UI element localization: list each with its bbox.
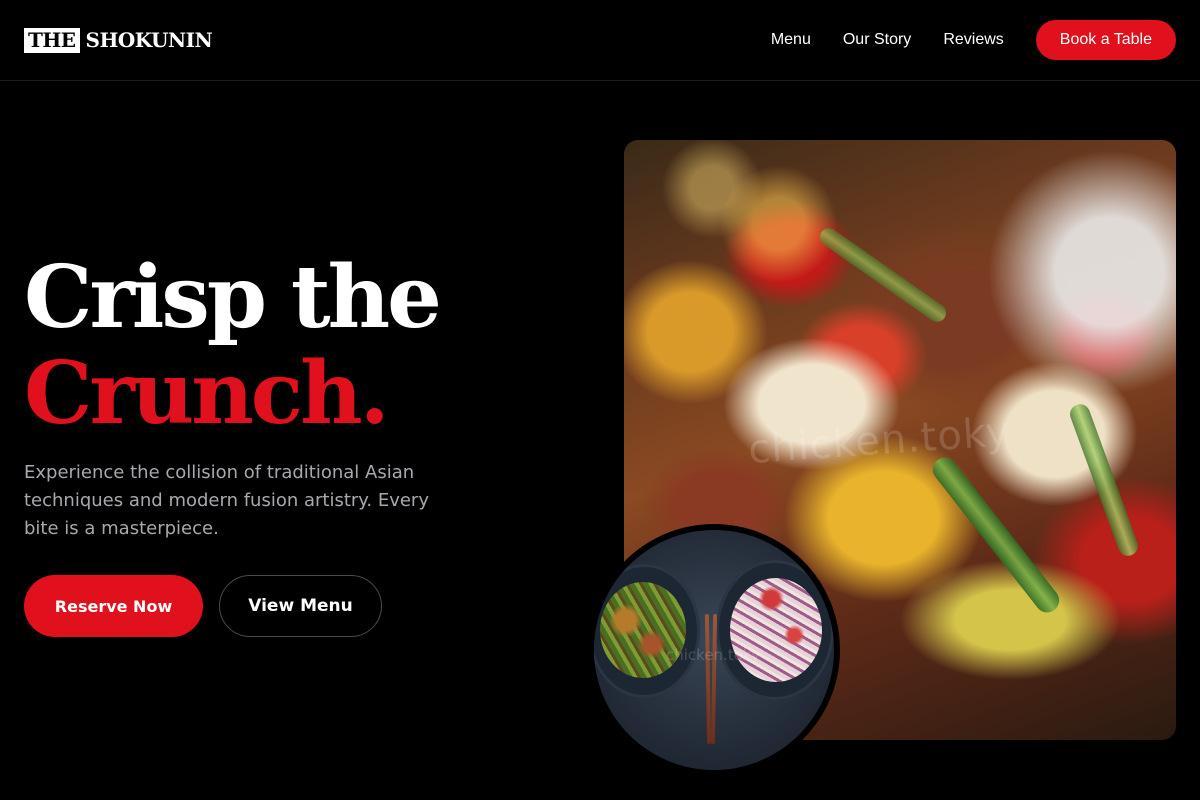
book-table-button[interactable]: Book a Table (1035, 20, 1176, 60)
plated-dishes-photo: chicken.toky (594, 530, 834, 770)
nav-link-our-story[interactable]: Our Story (843, 31, 911, 49)
hero-title: Crisp the Crunch. (24, 247, 442, 444)
reserve-now-button[interactable]: Reserve Now (24, 575, 203, 637)
food-detail (928, 452, 1064, 618)
bowl-right (716, 560, 834, 700)
salad-dish (730, 578, 822, 682)
nav-link-menu[interactable]: Menu (771, 31, 811, 49)
chopstick (710, 613, 718, 745)
image-watermark: chicken.toky (746, 408, 1012, 474)
food-detail (816, 224, 950, 326)
view-menu-button[interactable]: View Menu (219, 575, 382, 637)
food-detail (1067, 401, 1141, 559)
hero-title-line1: Crisp the (24, 247, 442, 348)
logo-wordmark: SHOKUNIN (85, 27, 213, 52)
image-watermark-small: chicken.toky (666, 646, 760, 664)
logo-box-text: THE (24, 27, 80, 53)
chopstick (704, 613, 712, 745)
plated-dishes-image: chicken.toky (588, 524, 840, 776)
nav-link-reviews[interactable]: Reviews (943, 31, 1003, 49)
site-header: THE SHOKUNIN Menu Our Story Reviews Book… (0, 0, 1200, 81)
brand-logo[interactable]: THE SHOKUNIN (24, 27, 213, 53)
bowl-left (594, 564, 700, 698)
main-nav: Menu Our Story Reviews Book a Table (771, 20, 1176, 60)
hero-subtitle: Experience the collision of traditional … (24, 462, 429, 539)
hero-title-line2: Crunch. (24, 343, 390, 444)
landing-page: THE SHOKUNIN Menu Our Story Reviews Book… (0, 0, 1200, 800)
